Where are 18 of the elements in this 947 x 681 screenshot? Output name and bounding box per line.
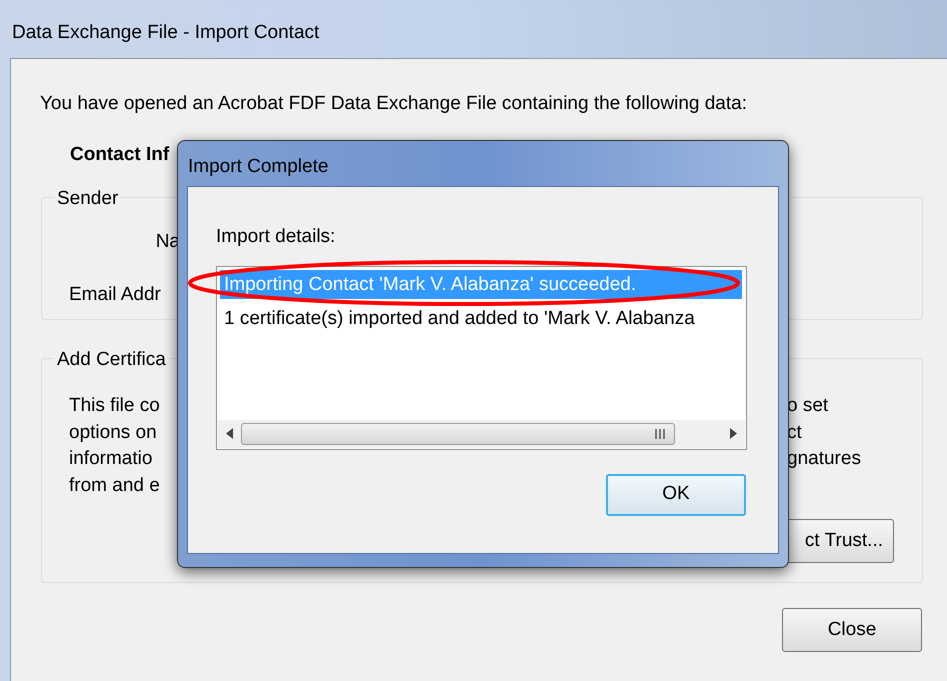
window-title: Data Exchange File - Import Contact bbox=[12, 22, 320, 43]
intro-text: You have opened an Acrobat FDF Data Exchange File containing the following data: bbox=[40, 93, 747, 114]
description-text: options on bbox=[69, 420, 157, 444]
description-text: from and e bbox=[69, 474, 160, 498]
email-label: Email Addr bbox=[69, 284, 161, 304]
section-heading: Contact Inf bbox=[70, 144, 170, 164]
close-button[interactable]: Close bbox=[782, 608, 922, 652]
description-text: This file co bbox=[69, 394, 160, 418]
scroll-right-icon[interactable] bbox=[730, 428, 737, 439]
list-item[interactable]: 1 certificate(s) imported and added to 'Mark V. Alabanza bbox=[220, 304, 695, 332]
details-label: Import details: bbox=[216, 226, 336, 247]
scrollbar-thumb[interactable] bbox=[241, 422, 675, 444]
description-text: informatio bbox=[69, 447, 152, 471]
dialog-title: Import Complete bbox=[188, 156, 328, 177]
scroll-left-icon[interactable] bbox=[226, 428, 233, 439]
ok-button[interactable]: OK bbox=[606, 474, 746, 516]
description-text: gnatures bbox=[787, 447, 861, 471]
grip-icon bbox=[655, 428, 666, 438]
